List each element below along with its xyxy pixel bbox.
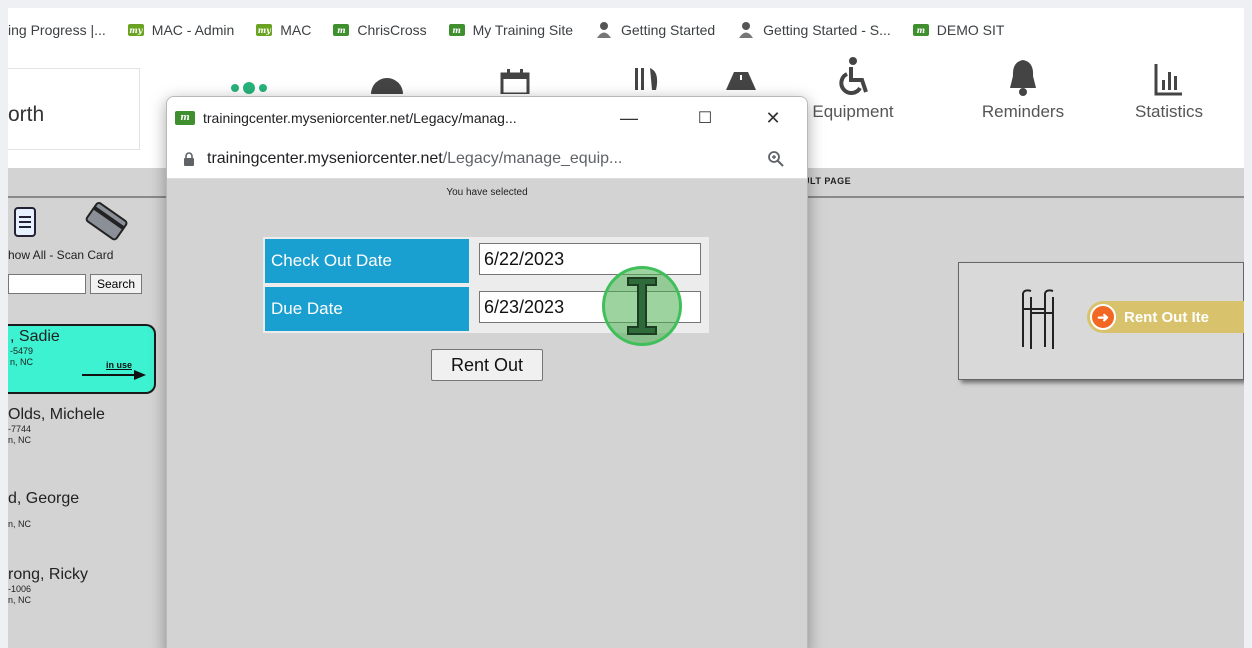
sidebar-tools <box>8 202 158 252</box>
client-card[interactable]: Olds, Michele -7744 n, NC <box>8 406 156 446</box>
dots-icon <box>194 76 304 94</box>
client-name: , Sadie <box>10 328 60 345</box>
bookmark-label: MAC <box>280 22 312 38</box>
lock-icon <box>184 151 194 166</box>
rent-out-popup-window: m trainingcenter.myseniorcenter.net/Lega… <box>166 96 808 648</box>
bookmark-getting-started-s[interactable]: Getting Started - S... <box>727 8 903 52</box>
bell-icon <box>968 56 1078 96</box>
bookmark-label: Getting Started - S... <box>763 22 891 38</box>
popup-title: trainingcenter.myseniorcenter.net/Legacy… <box>203 110 517 126</box>
show-all-icon[interactable] <box>12 206 38 240</box>
text-cursor-icon <box>627 277 657 335</box>
client-name: Olds, Michele <box>8 406 105 423</box>
nav-equipment[interactable]: Equipment <box>798 56 908 122</box>
nav-label: Equipment <box>812 102 894 121</box>
rent-out-button[interactable]: Rent Out <box>431 349 543 381</box>
rent-out-item-label: Rent Out Ite <box>1124 308 1209 326</box>
m2-favicon-icon: m <box>448 24 465 36</box>
arrow-circle-right-icon: ➜ <box>1090 304 1116 330</box>
url-host: trainingcenter.myseniorcenter.net <box>207 149 443 167</box>
frame-right <box>1244 0 1252 648</box>
bookmark-progress[interactable]: ing Progress |... <box>8 8 118 52</box>
person-favicon-icon <box>595 21 613 39</box>
nav-trips[interactable] <box>686 72 796 96</box>
bookmark-mac[interactable]: my MAC <box>246 8 323 52</box>
frame-left <box>0 0 8 648</box>
client-card[interactable]: d, George n, NC <box>8 490 156 530</box>
bookmark-label: DEMO SIT <box>936 22 1005 38</box>
client-search-input[interactable] <box>8 274 86 294</box>
equipment-item-card: ➜ Rent Out Ite <box>958 262 1247 380</box>
client-card-active[interactable]: , Sadie -5479 n, NC in use <box>8 324 156 394</box>
m2-favicon-icon: m <box>333 24 350 36</box>
bar-chart-icon <box>1114 56 1224 96</box>
bookmark-label: MAC - Admin <box>151 22 235 38</box>
client-sidebar: how All - Scan Card Search , Sadie -5479… <box>8 198 163 648</box>
minimize-button[interactable]: — <box>599 97 659 139</box>
nav-reminders[interactable]: Reminders <box>968 56 1078 122</box>
bookmark-label: My Training Site <box>472 22 573 38</box>
site-favicon-icon: m <box>175 111 195 125</box>
popup-address-bar[interactable]: trainingcenter.myseniorcenter.net/Legacy… <box>167 139 807 179</box>
url-path: /Legacy/manage_equip... <box>442 149 623 167</box>
bookmark-mac-admin[interactable]: my MAC - Admin <box>118 8 246 52</box>
my-favicon-icon: my <box>127 24 144 36</box>
zoom-icon[interactable] <box>767 150 785 168</box>
search-button[interactable]: Search <box>90 274 143 294</box>
client-phone <box>8 508 156 519</box>
selection-summary: You have selected <box>446 187 528 198</box>
rent-out-item-button[interactable]: ➜ Rent Out Ite <box>1087 301 1247 333</box>
client-phone: -5479 <box>10 346 34 356</box>
client-phone: -7744 <box>8 424 32 434</box>
calendar-icon <box>460 68 570 94</box>
bookmark-chriscross[interactable]: m ChrisCross <box>323 8 438 52</box>
scan-card-icon[interactable] <box>80 202 132 242</box>
client-name: d, George <box>8 490 80 507</box>
brand-name: orth <box>8 103 45 126</box>
walker-icon <box>1022 289 1054 349</box>
client-search: Search <box>8 274 143 294</box>
bookmark-demo-site[interactable]: m DEMO SIT <box>903 8 1017 52</box>
show-all-scan-card-links[interactable]: how All - Scan Card <box>8 248 113 262</box>
popup-url: trainingcenter.myseniorcenter.net/Legacy… <box>207 150 747 168</box>
client-city: n, NC <box>8 595 32 605</box>
client-city: n, NC <box>8 435 32 445</box>
arrow-right-icon <box>82 370 146 380</box>
nav-statistics[interactable]: Statistics <box>1114 56 1224 122</box>
due-date-label: Due Date <box>265 287 469 331</box>
m2-favicon-icon: m <box>912 24 929 36</box>
bookmarks-bar: ing Progress |... my MAC - Admin my MAC … <box>8 8 1244 52</box>
bookmark-label: ChrisCross <box>357 22 427 38</box>
bookmark-getting-started[interactable]: Getting Started <box>585 8 727 52</box>
nav-label: Statistics <box>1134 102 1204 121</box>
checkout-date-input[interactable]: 6/22/2023 <box>479 243 701 275</box>
brand-box: orth <box>8 68 140 150</box>
bookmark-label: ing Progress |... <box>8 22 106 38</box>
close-button[interactable]: ✕ <box>743 97 803 139</box>
client-name: rong, Ricky <box>8 566 89 583</box>
client-card[interactable]: rong, Ricky -1006 n, NC <box>8 566 156 606</box>
bookmark-label: Getting Started <box>621 22 716 38</box>
person-favicon-icon <box>737 21 755 39</box>
maximize-button[interactable]: ☐ <box>675 97 735 139</box>
wheelchair-icon <box>798 56 908 96</box>
my-favicon-icon: my <box>256 24 273 36</box>
nav-label: Reminders <box>981 102 1065 121</box>
cursor-highlight <box>602 266 682 346</box>
checkout-date-label: Check Out Date <box>265 239 469 283</box>
in-use-badge: in use <box>105 360 132 370</box>
popup-content: You have selected Check Out Date 6/22/20… <box>167 179 807 648</box>
result-page-title: ULT PAGE <box>803 176 852 186</box>
popup-title-bar[interactable]: m trainingcenter.myseniorcenter.net/Lega… <box>167 97 807 139</box>
client-city: n, NC <box>8 519 32 529</box>
bookmark-training-site[interactable]: m My Training Site <box>439 8 585 52</box>
road-icon <box>686 72 796 90</box>
check-circle-icon <box>332 74 442 94</box>
client-phone: -1006 <box>8 584 32 594</box>
